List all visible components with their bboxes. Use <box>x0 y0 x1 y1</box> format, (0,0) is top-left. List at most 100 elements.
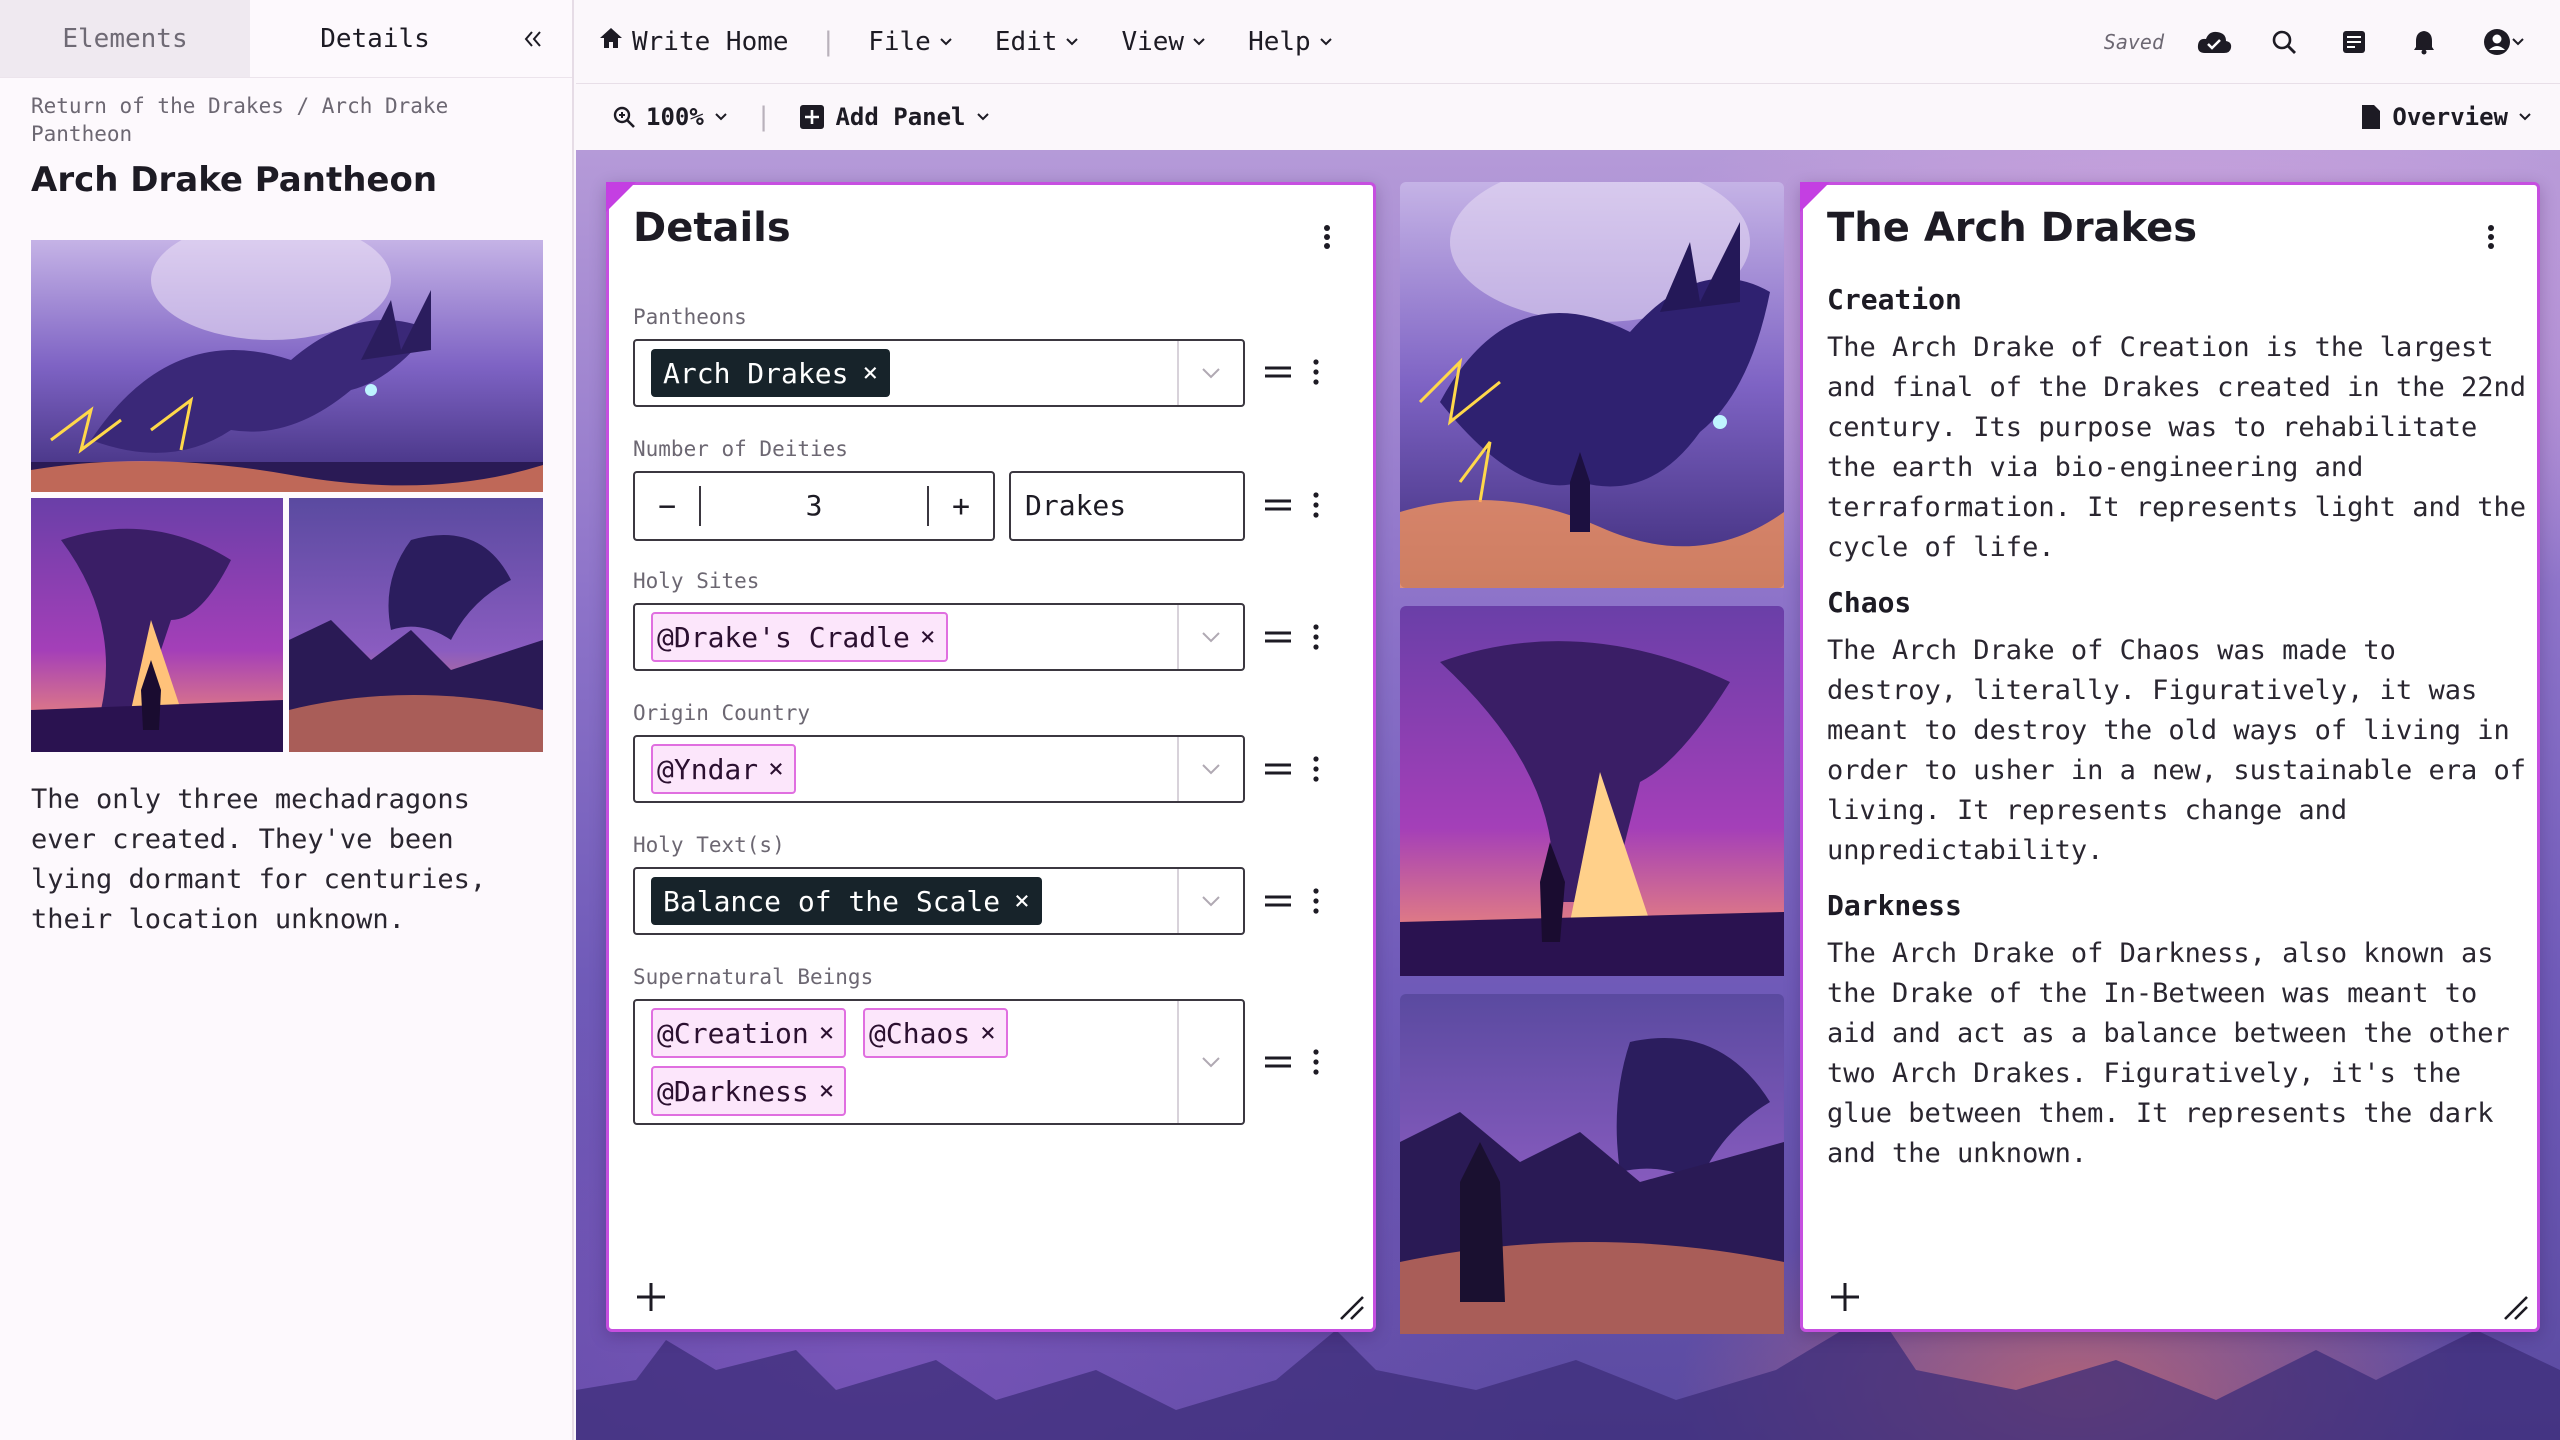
tab-details[interactable]: Details <box>250 0 500 77</box>
add-field-icon[interactable] <box>633 1279 669 1315</box>
gallery-image-2[interactable] <box>31 498 283 752</box>
drag-handle-icon[interactable] <box>1263 757 1293 781</box>
account-menu[interactable] <box>2474 22 2534 62</box>
supernatural-beings-field[interactable]: @Creation × @Chaos × @Darkness × <box>633 999 1245 1125</box>
tab-elements[interactable]: Elements <box>0 0 250 77</box>
user-avatar-icon <box>2484 28 2510 55</box>
dropdown-toggle[interactable] <box>1177 605 1243 669</box>
search-icon[interactable] <box>2264 22 2304 62</box>
field-menu-icon[interactable] <box>1309 490 1323 520</box>
section-body-creation: The Arch Drake of Creation is the larges… <box>1827 332 2526 563</box>
top-bar: Write Home | File Edit View Help Saved <box>576 0 2560 84</box>
chip-balance-of-the-scale[interactable]: Balance of the Scale × <box>651 877 1042 925</box>
chip-label: Arch Drakes <box>663 356 849 390</box>
remove-chip-icon[interactable]: × <box>1014 886 1030 916</box>
gallery-image-3[interactable] <box>289 498 543 752</box>
field-menu-icon[interactable] <box>1309 886 1323 916</box>
panel-image-1[interactable] <box>1400 162 1784 588</box>
drag-handle-icon[interactable] <box>1263 360 1293 384</box>
drag-handle-icon[interactable] <box>1263 625 1293 649</box>
menu-edit-label: Edit <box>994 26 1058 57</box>
chip-drakes-cradle[interactable]: @Drake's Cradle × <box>651 612 948 662</box>
holy-texts-field[interactable]: Balance of the Scale × <box>633 867 1245 935</box>
menu-file-label: File <box>868 26 931 57</box>
field-menu-icon[interactable] <box>1309 357 1323 387</box>
increment-button[interactable]: + <box>929 473 993 539</box>
panel-image-2[interactable] <box>1400 606 1784 976</box>
overview-button[interactable]: Overview <box>2360 103 2532 131</box>
deities-value[interactable]: 3 <box>699 486 929 526</box>
drag-handle-icon[interactable] <box>1263 493 1293 517</box>
resize-handle-icon[interactable] <box>1337 1293 1365 1321</box>
write-home-link[interactable]: Write Home <box>598 0 789 84</box>
remove-chip-icon[interactable]: × <box>920 622 936 652</box>
add-section-icon[interactable] <box>1827 1279 1863 1315</box>
remove-chip-icon[interactable]: × <box>819 1018 835 1048</box>
drag-handle-icon[interactable] <box>1263 889 1293 913</box>
breadcrumb[interactable]: Return of the Drakes / Arch Drake Panthe… <box>31 92 531 148</box>
resize-handle-icon[interactable] <box>2501 1293 2529 1321</box>
menu-edit[interactable]: Edit <box>995 0 1080 84</box>
menu-view-label: View <box>1121 26 1185 57</box>
panel-image-3[interactable] <box>1400 994 1784 1334</box>
chip-label: @Yndar <box>657 752 759 786</box>
chevron-down-icon <box>1066 37 1079 45</box>
article-panel-title: The Arch Drakes <box>1827 205 2197 251</box>
chip-text: Chaos <box>885 1016 971 1050</box>
panel-corner-marker <box>606 182 636 212</box>
sidebar-tabs: Elements Details <box>0 0 572 78</box>
holy-sites-field[interactable]: @Drake's Cradle × <box>633 603 1245 671</box>
decrement-button[interactable]: − <box>635 473 699 539</box>
dropdown-toggle[interactable] <box>1177 1001 1243 1123</box>
drag-handle-icon[interactable] <box>1263 1050 1293 1074</box>
chip-text: Darkness <box>673 1074 809 1108</box>
menu-help[interactable]: Help <box>1248 0 1333 84</box>
chip-label: @Drake's Cradle <box>657 620 910 654</box>
overview-label: Overview <box>2392 103 2508 131</box>
field-menu-icon[interactable] <box>1309 1047 1323 1077</box>
add-box-icon <box>800 105 825 129</box>
field-label-pantheons: Pantheons <box>633 305 747 329</box>
field-menu-icon[interactable] <box>1309 754 1323 784</box>
chip-label: @Darkness <box>657 1074 809 1108</box>
chip-label: @Creation <box>657 1016 809 1050</box>
chip-chaos[interactable]: @Chaos × <box>863 1008 1008 1058</box>
dropdown-toggle[interactable] <box>1177 341 1243 405</box>
divider: | <box>820 26 837 57</box>
remove-chip-icon[interactable]: × <box>819 1076 835 1106</box>
chip-creation[interactable]: @Creation × <box>651 1008 847 1058</box>
pantheons-field[interactable]: Arch Drakes × <box>633 339 1245 407</box>
collapse-sidebar-icon[interactable] <box>516 22 550 56</box>
menu-file[interactable]: File <box>868 0 953 84</box>
chip-darkness[interactable]: @Darkness × <box>651 1066 847 1116</box>
gallery-image-1[interactable] <box>31 220 543 492</box>
notes-icon[interactable] <box>2334 22 2374 62</box>
image-column <box>1400 162 1784 1334</box>
home-icon <box>598 26 624 57</box>
field-menu-icon[interactable] <box>1309 622 1323 652</box>
panel-menu-icon[interactable] <box>1315 217 1339 257</box>
deities-unit-field[interactable]: Drakes <box>1009 471 1245 541</box>
chip-text: Creation <box>673 1016 809 1050</box>
chip-arch-drakes[interactable]: Arch Drakes × <box>651 349 891 397</box>
remove-chip-icon[interactable]: × <box>862 358 878 388</box>
deities-stepper[interactable]: − 3 + <box>633 471 995 541</box>
toolbar: 100% | Add Panel Overview <box>576 84 2560 150</box>
section-heading-creation: Creation <box>1827 283 1962 316</box>
menu-view[interactable]: View <box>1121 0 1206 84</box>
bell-icon[interactable] <box>2404 22 2444 62</box>
chip-text: Yndar <box>673 752 759 786</box>
origin-country-field[interactable]: @Yndar × <box>633 735 1245 803</box>
dropdown-toggle[interactable] <box>1177 737 1243 801</box>
panel-menu-icon[interactable] <box>2479 217 2503 257</box>
chevron-down-icon <box>1193 37 1205 45</box>
add-panel-button[interactable]: Add Panel <box>799 103 989 131</box>
remove-chip-icon[interactable]: × <box>768 754 784 784</box>
remove-chip-icon[interactable]: × <box>980 1018 996 1048</box>
chevron-down-icon <box>940 37 952 45</box>
field-label-holy-sites: Holy Sites <box>633 569 760 593</box>
zoom-control[interactable]: 100% <box>612 103 728 131</box>
dropdown-toggle[interactable] <box>1177 869 1243 933</box>
chip-yndar[interactable]: @Yndar × <box>651 744 796 794</box>
panel-corner-marker <box>1800 182 1830 212</box>
